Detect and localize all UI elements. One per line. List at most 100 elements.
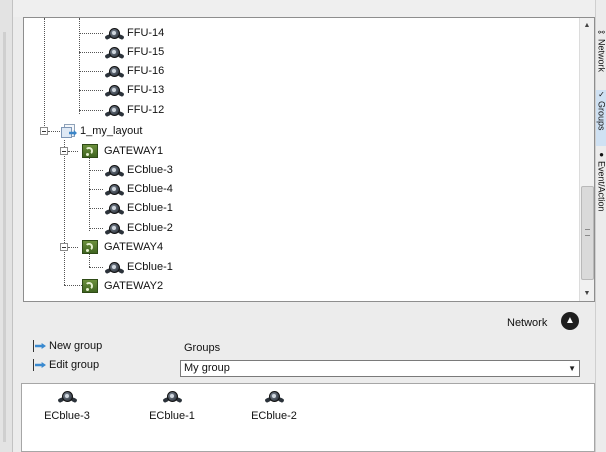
tree-item-label: FFU-14 [127,27,165,39]
tree-line [89,189,103,190]
group-members-panel: ECblue-3 ECblue-1 ECblue-2 [21,383,595,452]
network-label: Network [507,317,548,329]
dropdown-arrow-icon: ▼ [568,364,576,373]
collapse-toggle[interactable] [40,127,48,135]
member-item[interactable]: ECblue-3 [32,388,102,422]
side-tab-strip: ⚯ Network ✓ Groups ● Event/Action [595,0,606,452]
tree-line [79,52,103,53]
tree-line [79,90,103,91]
device-tree[interactable]: FFU-14 FFU-15 FFU-16 FFU-13 FFU-12 1_my_… [24,18,579,301]
fan-device-icon [161,388,183,404]
new-group-button[interactable]: New group [33,340,102,352]
gateway-icon [82,144,98,158]
tree-item-label: GATEWAY1 [104,145,164,157]
tree-item-label: FFU-15 [127,46,165,58]
tree-item[interactable]: FFU-14 [103,24,164,42]
tree-item-label: ECblue-1 [127,202,173,214]
tree-line [89,208,103,209]
gateway-icon [82,240,98,254]
tree-line [79,71,103,72]
tree-item[interactable]: ECblue-2 [103,219,173,237]
arrow-right-icon [33,359,47,371]
fan-device-icon [56,388,78,404]
tree-item[interactable]: FFU-12 [103,101,164,119]
collapse-toggle[interactable] [60,147,68,155]
fan-device-icon [103,181,125,197]
tree-line [89,228,103,229]
left-splitter[interactable] [3,32,6,442]
new-group-label: New group [49,340,103,352]
tree-line [64,285,82,286]
tree-line [64,140,65,285]
tree-scrollbar[interactable]: ▲ ▼ [579,18,594,301]
arrow-right-icon [33,340,47,352]
event-action-icon: ● [597,150,606,159]
groups-icon: ✓ [597,90,606,99]
groups-selected-value: My group [184,362,230,374]
network-collapse-button[interactable]: ▲ [561,312,579,330]
fan-device-icon [103,220,125,236]
tree-line [68,247,78,248]
tree-line [89,170,103,171]
tree-item-label: GATEWAY4 [104,241,164,253]
tree-line [89,158,90,231]
groups-label: Groups [184,342,221,354]
tree-item[interactable]: ECblue-3 [103,161,173,179]
scroll-thumb[interactable] [581,186,594,280]
tab-event-action-label: Event/Action [596,161,606,212]
fan-device-icon [103,200,125,216]
fan-device-icon [103,102,125,118]
tree-item-label: FFU-16 [127,65,165,77]
network-icon: ⚯ [597,28,606,37]
chevron-up-icon: ▲ [565,315,575,326]
fan-device-icon [103,259,125,275]
tree-line [68,151,78,152]
tree-item[interactable]: FFU-13 [103,81,164,99]
tree-item[interactable]: ECblue-1 [103,199,173,217]
tree-item-label: 1_my_layout [80,125,143,137]
tab-groups[interactable]: ✓ Groups [596,90,606,146]
tree-item-gateway[interactable]: GATEWAY2 [82,277,163,295]
member-item[interactable]: ECblue-2 [239,388,309,422]
groups-dropdown[interactable]: My group ▼ [180,360,580,377]
tree-item[interactable]: ECblue-4 [103,180,173,198]
device-tree-panel: FFU-14 FFU-15 FFU-16 FFU-13 FFU-12 1_my_… [23,17,595,302]
tree-line [79,110,103,111]
tab-event-action[interactable]: ● Event/Action [596,150,606,232]
tree-item-label: ECblue-2 [127,222,173,234]
tree-line [48,131,60,132]
tree-item-gateway[interactable]: GATEWAY1 [82,142,163,160]
scroll-down-arrow-icon[interactable]: ▼ [580,286,594,301]
main-area: FFU-14 FFU-15 FFU-16 FFU-13 FFU-12 1_my_… [13,0,595,452]
edit-group-label: Edit group [49,359,100,371]
tree-line [89,267,103,268]
tab-groups-label: Groups [596,101,606,131]
member-label: ECblue-3 [44,410,90,422]
tree-item[interactable]: FFU-15 [103,43,164,61]
tree-item-label: FFU-12 [127,104,165,116]
member-item[interactable]: ECblue-1 [137,388,207,422]
fan-device-icon [103,25,125,41]
tree-item-label: ECblue-3 [127,164,173,176]
tree-item-label: ECblue-1 [127,261,173,273]
tree-item[interactable]: FFU-16 [103,62,164,80]
fan-device-icon [103,82,125,98]
tree-line [79,33,103,34]
fan-device-icon [263,388,285,404]
layout-icon [60,123,78,139]
collapse-toggle[interactable] [60,243,68,251]
member-label: ECblue-1 [149,410,195,422]
scroll-up-arrow-icon[interactable]: ▲ [580,18,594,33]
tree-item-label: ECblue-4 [127,183,173,195]
tree-item-layout[interactable]: 1_my_layout [60,122,142,140]
tree-item-label: FFU-13 [127,84,165,96]
edit-group-button[interactable]: Edit group [33,359,99,371]
tree-item[interactable]: ECblue-1 [103,258,173,276]
top-strip [13,0,595,17]
tab-network[interactable]: ⚯ Network [596,28,606,82]
tree-line [44,18,45,130]
gateway-icon [82,279,98,293]
tree-item-gateway[interactable]: GATEWAY4 [82,238,163,256]
tree-item-label: GATEWAY2 [104,280,164,292]
fan-device-icon [103,63,125,79]
